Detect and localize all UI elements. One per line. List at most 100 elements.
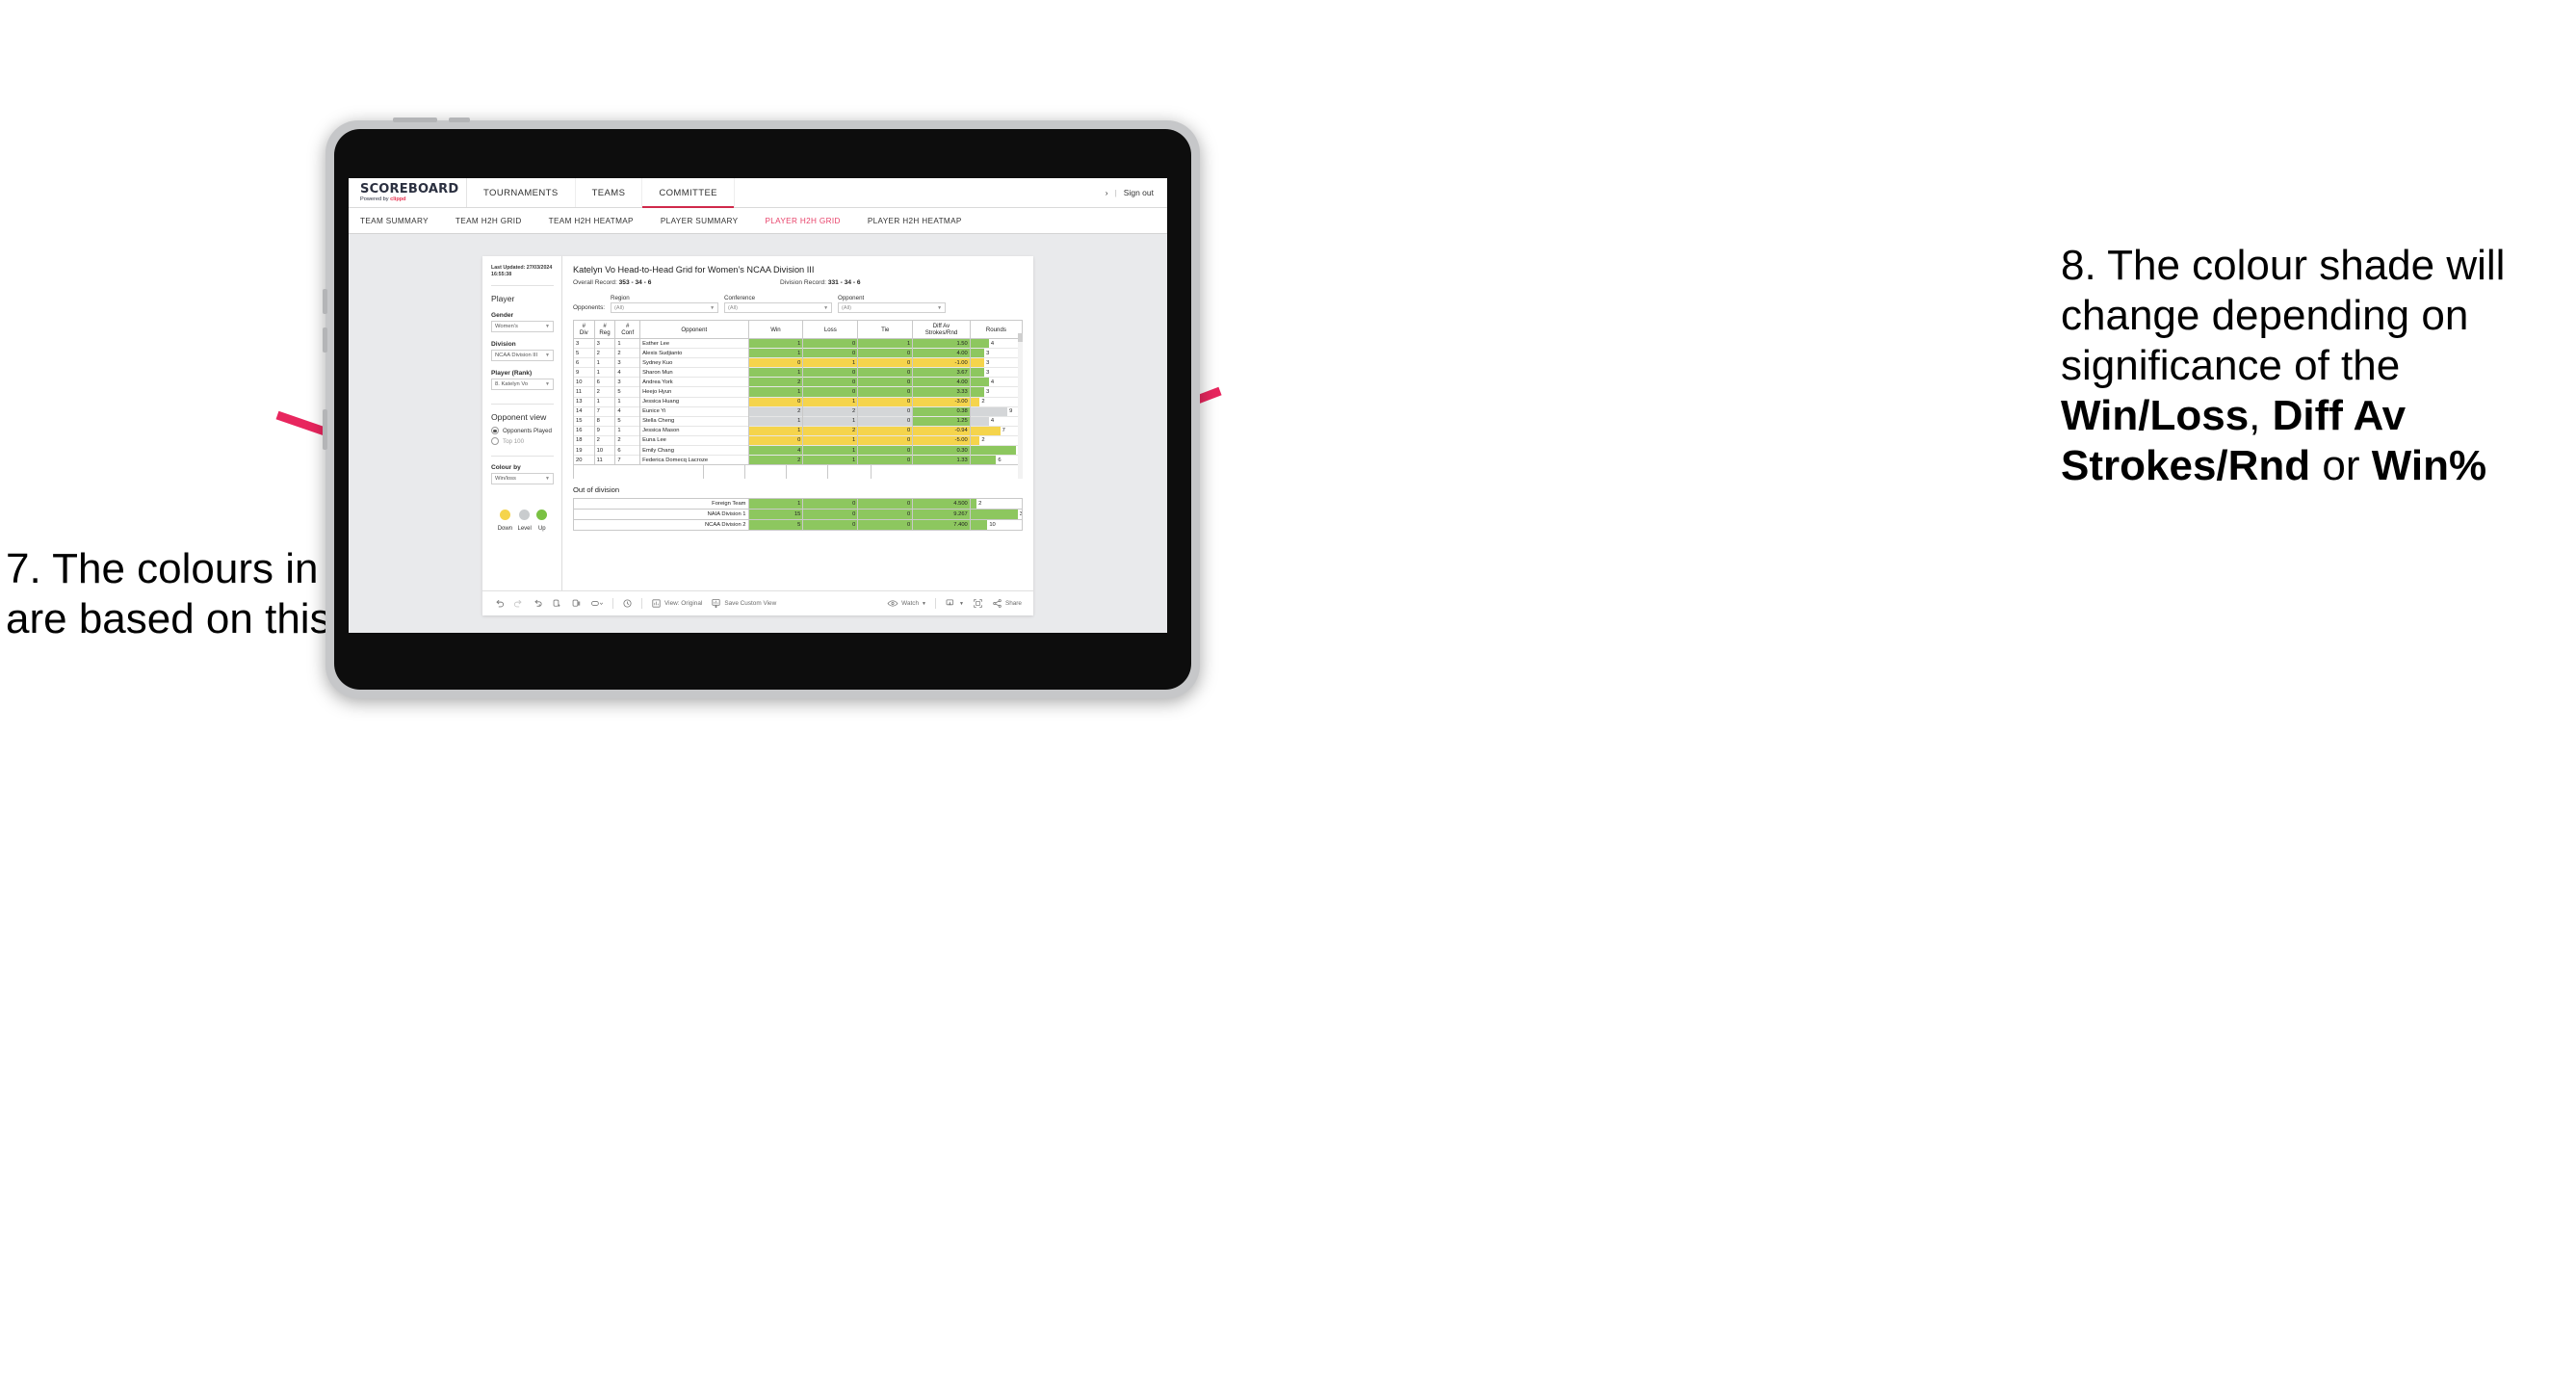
table-cell: 8 [593, 415, 616, 427]
filter-select[interactable]: (All) ▼ [724, 302, 833, 313]
grid-column-header[interactable]: Rounds [969, 320, 1023, 339]
topnav-item-teams[interactable]: TEAMS [576, 178, 643, 207]
watch-label: Watch [901, 600, 920, 607]
table-row[interactable]: NCAA Division 2 5 0 0 7.400 10 [573, 519, 1024, 531]
grid-column-header[interactable]: # Reg [593, 320, 616, 339]
chevron-right-icon[interactable]: › [1106, 188, 1108, 197]
filter-label: Conference [724, 295, 756, 301]
subnav-item-team-h2h-heatmap[interactable]: TEAM H2H HEATMAP [535, 217, 647, 225]
out-of-division-body: Foreign Team 1 0 0 4.500 2 NAIA Division 1 15 0 0… [573, 498, 1024, 531]
table-cell: 0 [747, 396, 804, 407]
table-row[interactable]: 5 2 2 Alexis Sudjianto 1 0 0 4.00 3 [573, 348, 1023, 358]
table-row[interactable]: 15 8 5 Stella Cheng 1 1 0 1.25 4 [573, 415, 1023, 427]
brand-logo[interactable]: SCOREBOARD Powered by clippd [349, 178, 467, 207]
table-row[interactable]: 6 1 3 Sydney Kuo 0 1 0 -1.00 3 [573, 357, 1023, 368]
chevron-down-icon: ▼ [922, 600, 926, 607]
table-row[interactable]: 3 3 1 Esther Lee 1 0 1 1.50 4 [573, 337, 1023, 349]
table-row[interactable]: 9 1 4 Sharon Mun 1 0 0 3.67 3 [573, 367, 1023, 378]
table-cell: 5 [614, 415, 641, 427]
sign-out-link[interactable]: Sign out [1124, 188, 1154, 197]
revert-icon[interactable] [533, 598, 543, 609]
division-select[interactable]: NCAA Division III ▼ [491, 350, 554, 362]
table-row[interactable]: 16 9 1 Jessica Mason 1 2 0 -0.94 7 [573, 425, 1023, 436]
grid-column-header[interactable]: # Div [573, 320, 595, 339]
table-row[interactable]: 10 6 3 Andrea York 2 0 0 4.00 4 [573, 377, 1023, 387]
table-row[interactable]: Foreign Team 1 0 0 4.500 2 [573, 498, 1024, 510]
legend-label: Up [537, 526, 546, 533]
player-rank-select[interactable]: 8. Katelyn Vo ▼ [491, 379, 554, 391]
subnav-item-player-summary[interactable]: PLAYER SUMMARY [647, 217, 752, 225]
refresh-icon[interactable] [552, 598, 562, 609]
fullscreen-icon[interactable] [973, 598, 983, 609]
radio-option-top-100[interactable]: Top 100 [491, 437, 554, 446]
tablet-button-top-2 [449, 118, 470, 122]
undo-icon[interactable] [494, 598, 505, 609]
radio-icon[interactable] [491, 427, 499, 435]
rounds-bar-cell: 6 [969, 455, 1023, 465]
table-cell: 0 [857, 425, 914, 436]
rounds-bar-cell: 4 [969, 337, 1023, 349]
filter-select[interactable]: (All) ▼ [838, 302, 947, 313]
radio-icon[interactable] [491, 437, 499, 446]
divider [612, 598, 613, 609]
filter-list: Region (All) ▼ Conference (All) ▼ Opponent (All… [611, 295, 947, 313]
subnav-item-player-h2h-grid[interactable]: PLAYER H2H GRID [751, 217, 853, 225]
table-cell: 0 [857, 367, 914, 378]
colour-by-select[interactable]: Win/loss ▼ [491, 473, 554, 485]
topnav-item-tournaments[interactable]: TOURNAMENTS [467, 178, 576, 207]
grid-column-header[interactable]: Win [747, 320, 804, 339]
table-row[interactable]: 19106Emily Chang4100.3011 [573, 445, 1023, 456]
rounds-bar-cell: 30 [969, 509, 1024, 520]
table-cell: Stella Cheng [639, 415, 749, 427]
table-row[interactable]: 13 1 1 Jessica Huang 0 1 0 -3.00 2 [573, 396, 1023, 407]
grid-scrollbar-track[interactable] [1018, 333, 1023, 479]
grid-scrollbar-thumb[interactable] [1018, 333, 1023, 342]
gender-select[interactable]: Women’s ▼ [491, 321, 554, 333]
table-row[interactable]: NAIA Division 115009.26730 [573, 509, 1024, 520]
legend-dot-icon [519, 510, 531, 521]
save-custom-view-button[interactable]: Save Custom View [711, 598, 776, 609]
grid-column-header[interactable]: Diff Av Strokes/Rnd [912, 320, 971, 339]
pause-icon[interactable] [571, 598, 582, 609]
redo-icon[interactable] [513, 598, 524, 609]
view-original-button[interactable]: View: Original [651, 598, 702, 609]
table-cell: 0 [802, 386, 859, 398]
filter-conference: Conference (All) ▼ [724, 295, 833, 313]
divider [491, 404, 554, 405]
table-cell: -5.00 [912, 434, 971, 446]
subnav-item-team-summary[interactable]: TEAM SUMMARY [360, 217, 442, 225]
table-row[interactable]: 11 2 5 Heejo Hyun 1 0 0 3.33 3 [573, 386, 1023, 398]
table-cell: Jessica Huang [639, 396, 749, 407]
division-record-value: 331 - 34 - 6 [827, 279, 861, 286]
table-row[interactable]: 20 11 7 Federica Domecq Lacroze 2 1 0 1.33 6 [573, 455, 1023, 465]
topnav-item-committee[interactable]: COMMITTEE [642, 178, 735, 208]
alerts-icon[interactable] [622, 598, 633, 609]
division-value: NCAA Division III [495, 353, 538, 359]
table-row[interactable]: 18 2 2 Euna Lee 0 1 0 -5.00 2 [573, 434, 1023, 446]
page-title: Katelyn Vo Head-to-Head Grid for Women’s… [573, 265, 815, 275]
radio-option-opponents-played[interactable]: Opponents Played [491, 427, 554, 435]
rounds-value: 3 [986, 389, 990, 396]
table-cell: 3.33 [912, 386, 971, 398]
subnav-item-team-h2h-grid[interactable]: TEAM H2H GRID [442, 217, 535, 225]
filler-cell [574, 465, 704, 479]
download-icon[interactable]: ▼ [945, 598, 964, 609]
tablet-button-side-3 [323, 409, 327, 450]
rounds-bar [971, 510, 1018, 519]
legend-dot-icon [536, 510, 548, 521]
table-cell: 15 [747, 509, 804, 520]
workspace: Last Updated: 27/03/2024 16:55:38 Player… [349, 234, 1167, 633]
subnav-item-player-h2h-heatmap[interactable]: PLAYER H2H HEATMAP [854, 217, 976, 225]
filter-pill-icon[interactable] [590, 598, 604, 609]
grid-column-header[interactable]: Opponent [639, 320, 749, 339]
table-cell: 1 [747, 498, 804, 510]
table-cell: 0 [747, 434, 804, 446]
watch-button[interactable]: Watch ▼ [887, 598, 926, 609]
table-row[interactable]: 14 7 4 Eunice Yi 2 2 0 0.38 9 [573, 405, 1023, 417]
filter-select[interactable]: (All) ▼ [611, 302, 719, 313]
grid-column-header[interactable]: # Conf [614, 320, 641, 339]
grid-column-header[interactable]: Tie [857, 320, 914, 339]
share-button[interactable]: Share [992, 598, 1022, 609]
grid-column-header[interactable]: Loss [802, 320, 859, 339]
tablet-button-side-2 [323, 327, 327, 353]
